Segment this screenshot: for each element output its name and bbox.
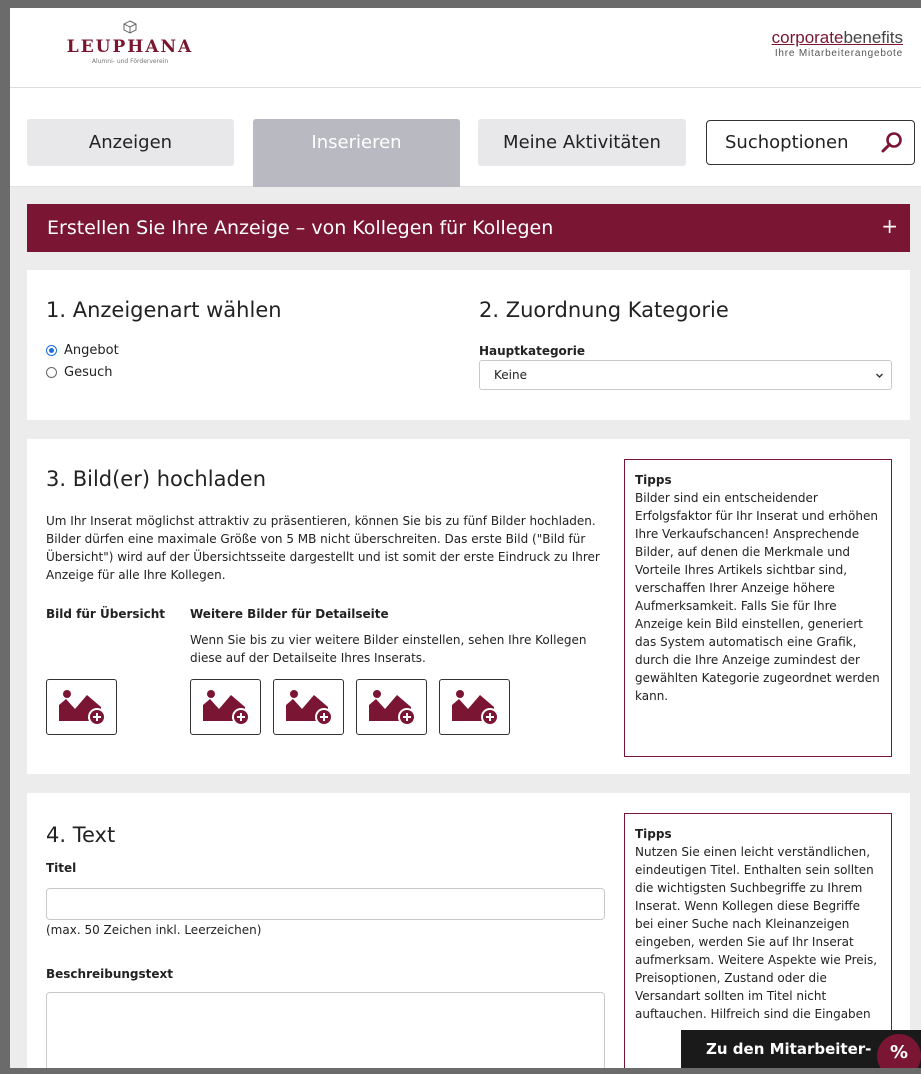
radio-gesuch[interactable]: Gesuch xyxy=(46,365,112,380)
upload-detail-image-1-button[interactable] xyxy=(190,679,261,735)
cb-wordmark-part1: corporate xyxy=(771,28,844,47)
section-text: 4. Text Titel (max. 50 Zeichen inkl. Lee… xyxy=(27,793,910,1068)
add-image-icon xyxy=(286,690,333,726)
tab-meine-aktivitaeten[interactable]: Meine Aktivitäten xyxy=(478,119,686,166)
section-type-category: 1. Anzeigenart wählen Angebot Gesuch 2. … xyxy=(27,270,910,420)
tab-inserieren[interactable]: Inserieren xyxy=(253,119,460,187)
cube-logo-icon xyxy=(123,20,137,34)
tab-anzeigen[interactable]: Anzeigen xyxy=(27,119,234,166)
text-tips-text: Nutzen Sie einen leicht verständlichen, … xyxy=(635,845,878,1021)
search-options-button[interactable]: Suchoptionen xyxy=(706,120,915,165)
site-header: LEUPHANA Alumni- und Förderverein corpor… xyxy=(10,8,921,88)
title-input[interactable] xyxy=(46,888,605,920)
radio-gesuch-label: Gesuch xyxy=(64,365,113,380)
section-image-upload: 3. Bild(er) hochladen Um Ihr Inserat mög… xyxy=(27,439,910,774)
leuphana-logo[interactable]: LEUPHANA Alumni- und Förderverein xyxy=(50,20,210,80)
logo-subtitle: Alumni- und Förderverein xyxy=(91,58,169,65)
overview-image-label: Bild für Übersicht xyxy=(46,607,166,621)
radio-angebot-label: Angebot xyxy=(64,343,119,358)
create-ad-banner[interactable]: Erstellen Sie Ihre Anzeige – von Kollege… xyxy=(27,204,910,252)
radio-gesuch-dot[interactable] xyxy=(46,367,57,378)
logo-wordmark: LEUPHANA xyxy=(66,37,194,57)
page-frame: LEUPHANA Alumni- und Förderverein corpor… xyxy=(10,8,921,1068)
search-icon xyxy=(881,132,902,153)
main-nav: Anzeigen Inserieren Meine Aktivitäten Su… xyxy=(10,88,921,187)
image-upload-intro: Um Ihr Inserat möglichst attraktiv zu pr… xyxy=(46,514,600,582)
detail-images-label: Weitere Bilder für Detailseite xyxy=(190,607,389,621)
banner-title: Erstellen Sie Ihre Anzeige – von Kollege… xyxy=(47,217,554,239)
add-image-icon xyxy=(369,690,416,726)
section2-heading: 2. Zuordnung Kategorie xyxy=(479,298,729,322)
percent-badge-icon: % xyxy=(877,1034,921,1068)
title-hint: (max. 50 Zeichen inkl. Leerzeichen) xyxy=(46,923,262,937)
cb-wordmark-part2: benefits xyxy=(843,28,903,47)
title-label: Titel xyxy=(46,861,77,875)
radio-angebot[interactable]: Angebot xyxy=(46,343,119,358)
corporate-benefits-logo[interactable]: corporatebenefits Ihre Mitarbeiterangebo… xyxy=(772,28,903,59)
description-label: Beschreibungstext xyxy=(46,967,174,981)
image-tips-title: Tipps xyxy=(635,473,672,487)
image-tips-box: Tipps Bilder sind ein entscheidender Erf… xyxy=(624,459,892,757)
add-image-icon xyxy=(203,690,250,726)
employee-offers-button[interactable]: Zu den Mitarbeiter- % xyxy=(681,1030,921,1068)
main-category-value: Keine xyxy=(494,368,527,382)
cb-wordmark: corporatebenefits xyxy=(772,28,903,47)
employee-offers-label: Zu den Mitarbeiter- xyxy=(706,1040,872,1058)
cb-subtitle: Ihre Mitarbeiterangebote xyxy=(774,48,903,59)
main-category-label: Hauptkategorie xyxy=(479,344,585,358)
main-category-select[interactable]: Keine xyxy=(479,360,892,390)
section4-heading: 4. Text xyxy=(46,823,116,847)
search-options-label: Suchoptionen xyxy=(725,132,849,153)
upload-detail-image-4-button[interactable] xyxy=(439,679,510,735)
upload-detail-image-3-button[interactable] xyxy=(356,679,427,735)
upload-overview-image-button[interactable] xyxy=(46,679,117,735)
radio-angebot-dot[interactable] xyxy=(46,345,57,356)
add-image-icon xyxy=(59,690,106,726)
section1-heading: 1. Anzeigenart wählen xyxy=(46,298,282,322)
detail-images-text: Wenn Sie bis zu vier weitere Bilder eins… xyxy=(190,633,587,665)
section3-heading: 3. Bild(er) hochladen xyxy=(46,467,267,491)
chevron-down-icon xyxy=(876,373,883,378)
description-textarea[interactable] xyxy=(46,992,605,1068)
add-image-icon xyxy=(452,690,499,726)
image-tips-text: Bilder sind ein entscheidender Erfolgsfa… xyxy=(635,491,880,703)
expand-icon[interactable]: + xyxy=(881,214,898,238)
upload-detail-image-2-button[interactable] xyxy=(273,679,344,735)
text-tips-title: Tipps xyxy=(635,827,672,841)
